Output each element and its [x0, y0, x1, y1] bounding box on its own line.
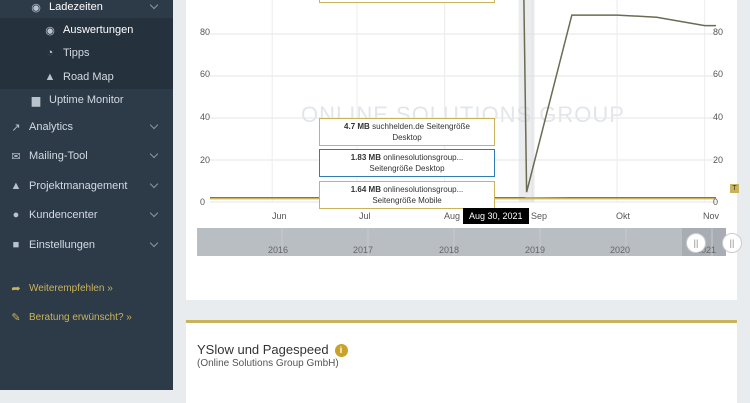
- chart-bar-icon: ▆: [28, 94, 44, 107]
- tooltip-value: 4.7 MB: [344, 122, 370, 131]
- envelope-icon: ✉: [8, 150, 24, 163]
- clock-icon: ◉: [42, 24, 58, 37]
- flag-marker[interactable]: T: [730, 184, 739, 193]
- clock-icon: ◉: [28, 1, 44, 14]
- link-label: Weiterempfehlen »: [29, 283, 113, 294]
- sidebar-item-label: Projektmanagement: [29, 180, 127, 192]
- y-tick-label: 80: [200, 27, 210, 37]
- sidebar-item-ladezeiten[interactable]: ◉ Ladezeiten: [0, 0, 173, 19]
- card-subtitle: (Online Solutions Group GmbH): [197, 358, 339, 369]
- sidebar-item-label: Ladezeiten: [49, 1, 103, 13]
- road-icon: ▲: [8, 180, 24, 192]
- x-tick-label: Okt: [616, 211, 630, 221]
- chart-card: ONLINE SOLUTIONS GROUP 80 60 40 20 0 80 …: [186, 0, 737, 300]
- sidebar-item-projektmanagement[interactable]: ▲ Projektmanagement: [0, 174, 173, 198]
- y-tick-label: 20: [200, 155, 210, 165]
- navigator-handle-left[interactable]: ||: [686, 233, 706, 253]
- navigator-year: 2020: [610, 245, 630, 255]
- chevron-down-icon: [150, 239, 158, 247]
- navigator-year: 2019: [525, 245, 545, 255]
- link-label: Beratung erwünscht? »: [29, 312, 132, 323]
- clock-icon: ◔: [42, 47, 58, 59]
- share-icon: ➦: [8, 282, 24, 295]
- road-icon: ▲: [42, 71, 58, 83]
- tooltip-line2: Desktop: [392, 133, 421, 142]
- sidebar-item-einstellungen[interactable]: ■ Einstellungen: [0, 233, 173, 257]
- sidebar-item-kundencenter[interactable]: ● Kundencenter: [0, 203, 173, 227]
- navigator-year: 2016: [268, 245, 288, 255]
- tooltip-line2: Seitengröße Desktop: [369, 164, 444, 173]
- sidebar-item-road-map[interactable]: ▲ Road Map: [0, 65, 173, 89]
- chevron-down-icon: [150, 121, 158, 129]
- navigator-handle-right[interactable]: ||: [722, 233, 742, 253]
- crosshair-date-label: Aug 30, 2021: [463, 208, 529, 224]
- card-title: YSlow und Pagespeedi: [197, 342, 348, 357]
- x-tick-label: Sep: [531, 211, 547, 221]
- chevron-down-icon: [150, 1, 158, 9]
- tooltip-osg-mobile: 1.64 MB onlinesolutionsgroup... Seitengr…: [319, 181, 495, 209]
- y-tick-label-right: 80: [713, 27, 723, 37]
- sidebar-item-auswertungen[interactable]: ◉ Auswertungen: [0, 18, 173, 42]
- y-tick-label-right: 60: [713, 69, 723, 79]
- sidebar-item-tipps[interactable]: ◔ Tipps: [0, 41, 173, 65]
- line-chart-icon: ↗: [8, 121, 24, 134]
- sidebar-item-label: Auswertungen: [63, 24, 133, 36]
- tooltip-text: suchhelden.de Seitengröße: [372, 122, 470, 131]
- y-tick-label-right: 40: [713, 112, 723, 122]
- chevron-down-icon: [150, 209, 158, 217]
- sidebar-item-label: Analytics: [29, 121, 73, 133]
- sidebar-item-mailing-tool[interactable]: ✉ Mailing-Tool: [0, 144, 173, 168]
- y-tick-label: 0: [200, 197, 205, 207]
- chevron-down-icon: [150, 180, 158, 188]
- sidebar-item-uptime-monitor[interactable]: ▆ Uptime Monitor: [0, 88, 173, 112]
- tooltip-line2: Seitengröße Mobile: [372, 196, 441, 205]
- x-tick-label: Jul: [359, 211, 371, 221]
- sidebar: ◉ Ladezeiten ◉ Auswertungen ◔ Tipps ▲ Ro…: [0, 0, 173, 390]
- sidebar-item-label: Einstellungen: [29, 239, 95, 251]
- y-tick-label: 60: [200, 69, 210, 79]
- info-icon[interactable]: i: [335, 344, 348, 357]
- tooltip-osg-desktop: 1.83 MB onlinesolutionsgroup... Seitengr…: [319, 149, 495, 177]
- sidebar-item-label: Road Map: [63, 71, 114, 83]
- sidebar-item-label: Uptime Monitor: [49, 94, 124, 106]
- beratung-link[interactable]: ✎ Beratung erwünscht? »: [0, 305, 173, 329]
- tooltip-value: 1.83 MB: [351, 153, 381, 162]
- x-tick-label: Nov: [703, 211, 719, 221]
- sidebar-item-label: Mailing-Tool: [29, 150, 88, 162]
- sidebar-item-label: Kundencenter: [29, 209, 98, 221]
- y-tick-label: 40: [200, 112, 210, 122]
- tooltip-top: [319, 0, 495, 3]
- tooltip-text: onlinesolutionsgroup...: [383, 153, 463, 162]
- x-tick-label: Jun: [272, 211, 287, 221]
- main-content: ONLINE SOLUTIONS GROUP 80 60 40 20 0 80 …: [173, 0, 750, 390]
- weiterempfehlen-link[interactable]: ➦ Weiterempfehlen »: [0, 276, 173, 300]
- yslow-card: YSlow und Pagespeedi (Online Solutions G…: [186, 320, 737, 403]
- users-icon: ●: [8, 209, 24, 221]
- y-tick-label-right: 0: [713, 197, 718, 207]
- x-tick-label: Aug: [444, 211, 460, 221]
- lock-icon: ■: [8, 239, 24, 251]
- y-tick-label-right: 20: [713, 155, 723, 165]
- tooltip-suchhelden-desktop: 4.7 MB suchhelden.de Seitengröße Desktop: [319, 118, 495, 146]
- navigator-year: 2017: [353, 245, 373, 255]
- comments-icon: ✎: [8, 311, 24, 324]
- navigator-year: 2018: [439, 245, 459, 255]
- tooltip-text: onlinesolutionsgroup...: [383, 185, 463, 194]
- chevron-down-icon: [150, 150, 158, 158]
- tooltip-value: 1.64 MB: [351, 185, 381, 194]
- sidebar-item-analytics[interactable]: ↗ Analytics: [0, 115, 173, 139]
- sidebar-item-label: Tipps: [63, 47, 90, 59]
